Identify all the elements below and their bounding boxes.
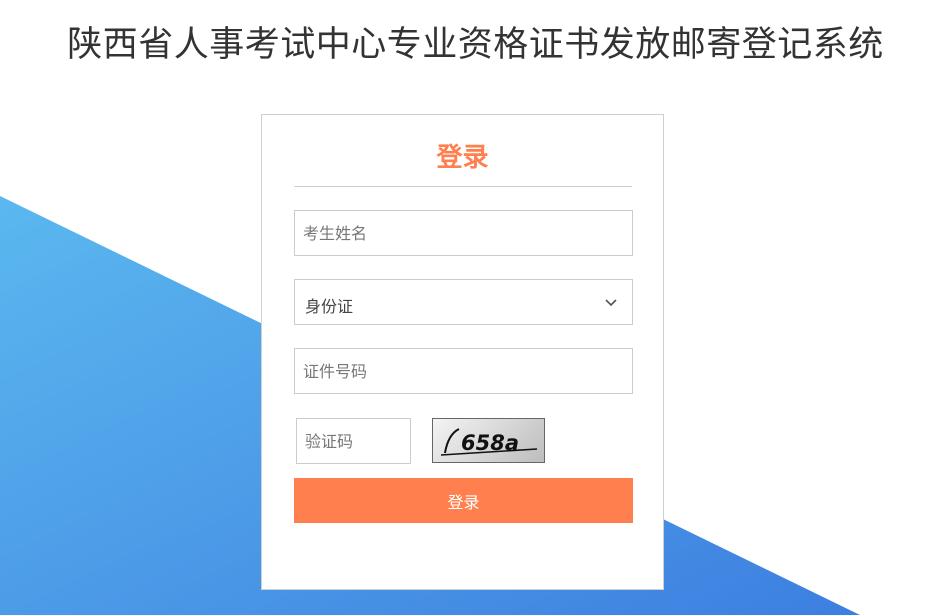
login-panel: 登录 身份证 658a 登录 [261, 114, 664, 590]
name-input[interactable] [294, 210, 633, 256]
captcha-graphic: 658a [440, 428, 538, 456]
login-button[interactable]: 登录 [294, 478, 633, 523]
heading-divider [294, 186, 632, 187]
captcha-input[interactable] [296, 418, 411, 464]
id-type-select[interactable]: 身份证 [294, 279, 633, 325]
captcha-image[interactable]: 658a [432, 418, 545, 463]
login-heading: 登录 [436, 143, 489, 173]
id-type-selected-value: 身份证 [305, 297, 354, 316]
captcha-text: 658a [461, 431, 519, 455]
chevron-down-icon [605, 299, 617, 307]
id-number-input[interactable] [294, 348, 633, 394]
page-title: 陕西省人事考试中心专业资格证书发放邮寄登记系统 [67, 25, 884, 65]
